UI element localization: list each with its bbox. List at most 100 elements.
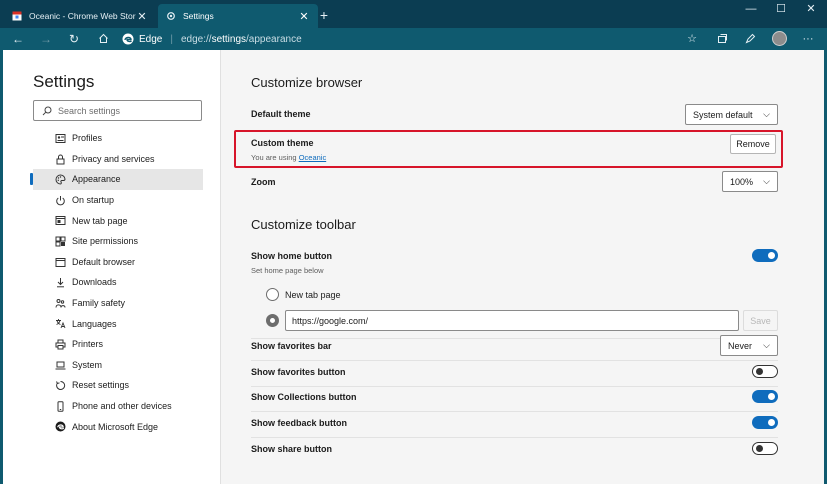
customize-toolbar-heading: Customize toolbar	[251, 217, 356, 232]
sidebar-item-appearance[interactable]: Appearance	[30, 169, 203, 190]
zoom-dropdown[interactable]: 100% ⌵	[722, 171, 778, 192]
profile-avatar[interactable]	[772, 31, 787, 46]
custom-theme-highlight-box	[234, 130, 783, 168]
feedback-icon[interactable]	[742, 32, 758, 46]
new-tab-button[interactable]: +	[316, 6, 332, 24]
sidebar-item-label: Family safety	[72, 298, 126, 309]
favorites-bar-value: Never	[728, 340, 753, 351]
sidebar-item-label: Profiles	[72, 133, 103, 144]
sidebar-item-family-safety[interactable]: Family safety	[33, 293, 203, 314]
new-tab-page-radio-label: New tab page	[285, 290, 341, 300]
sidebar-item-label: Default browser	[72, 256, 136, 267]
sidebar-item-label: Reset settings	[72, 380, 130, 391]
show-favorites-button-toggle[interactable]	[752, 365, 778, 378]
save-url-button[interactable]: Save	[743, 310, 778, 331]
close-window-button[interactable]: ✕	[796, 0, 826, 20]
chevron-down-icon: ⌵	[763, 109, 770, 119]
show-share-button-toggle[interactable]	[752, 442, 778, 455]
sidebar-item-label: On startup	[72, 195, 115, 206]
lock-icon	[55, 154, 66, 165]
sidebar-item-default-browser[interactable]: Default browser	[33, 252, 203, 273]
new-tab-icon	[55, 215, 66, 226]
back-arrow-icon[interactable]: ←	[9, 31, 27, 47]
show-home-button-label: Show home button	[251, 251, 332, 261]
language-icon	[55, 318, 66, 329]
sidebar-item-site-permissions[interactable]: Site permissions	[33, 231, 203, 252]
divider	[251, 386, 778, 387]
search-placeholder: Search settings	[58, 105, 121, 116]
sidebar-item-label: New tab page	[72, 215, 128, 226]
close-tab-icon[interactable]: ✕	[136, 10, 148, 23]
sidebar-item-on-startup[interactable]: On startup	[33, 190, 203, 211]
oceanic-theme-link[interactable]: Oceanic	[299, 153, 327, 162]
search-input[interactable]: Search settings	[33, 100, 202, 121]
favorite-star-icon[interactable]: ☆	[684, 32, 700, 46]
divider	[251, 411, 778, 412]
collections-icon[interactable]	[714, 32, 730, 46]
divider	[251, 437, 778, 438]
family-icon	[55, 298, 66, 309]
close-tab-icon[interactable]: ✕	[298, 10, 310, 23]
printer-icon	[55, 339, 66, 350]
default-theme-value: System default	[693, 109, 753, 120]
toggle-knob	[756, 445, 763, 452]
new-tab-page-radio[interactable]	[266, 288, 279, 301]
minimize-button[interactable]: —	[736, 0, 766, 20]
sidebar-item-privacy[interactable]: Privacy and services	[33, 149, 203, 170]
sidebar-item-label: Languages	[72, 318, 117, 329]
sidebar-item-new-tab-page[interactable]: New tab page	[33, 210, 203, 231]
title-bar: Oceanic - Chrome Web Store ✕ Settings ✕ …	[0, 0, 827, 28]
zoom-label: Zoom	[251, 177, 276, 187]
url-host: settings	[211, 33, 247, 45]
show-home-button-sublabel: Set home page below	[251, 266, 324, 275]
show-collections-button-toggle[interactable]	[752, 390, 778, 403]
default-theme-dropdown[interactable]: System default ⌵	[685, 104, 778, 125]
sidebar-item-label: Site permissions	[72, 236, 139, 247]
toggle-knob	[756, 368, 763, 375]
address-bar[interactable]: Edge | edge://settings/appearance	[122, 30, 706, 48]
sidebar-item-system[interactable]: System	[33, 355, 203, 376]
url-prefix: edge://	[180, 33, 212, 45]
sidebar-item-downloads[interactable]: Downloads	[33, 272, 203, 293]
settings-main: Customize browser Default theme System d…	[221, 50, 824, 484]
custom-theme-label: Custom theme	[251, 138, 314, 148]
custom-theme-status: You are using Oceanic	[251, 153, 326, 162]
tab-settings[interactable]: Settings ✕	[158, 4, 318, 28]
show-feedback-button-label: Show feedback button	[251, 418, 348, 428]
site-identity-label: Edge	[139, 33, 163, 45]
forward-arrow-icon[interactable]: →	[37, 31, 55, 47]
sidebar-item-printers[interactable]: Printers	[33, 334, 203, 355]
tab-chrome-web-store[interactable]: Oceanic - Chrome Web Store ✕	[4, 4, 156, 28]
custom-url-radio[interactable]	[266, 314, 279, 327]
sidebar-item-label: Appearance	[72, 174, 121, 185]
more-options-icon[interactable]: ···	[800, 32, 816, 46]
grid-permissions-icon	[55, 236, 66, 247]
customize-browser-heading: Customize browser	[251, 75, 363, 90]
sidebar-item-languages[interactable]: Languages	[33, 313, 203, 334]
favorites-bar-dropdown[interactable]: Never ⌵	[720, 335, 778, 356]
sidebar-item-label: Printers	[72, 339, 104, 350]
sidebar-item-phone-devices[interactable]: Phone and other devices	[33, 396, 203, 417]
refresh-icon[interactable]: ↻	[65, 31, 83, 47]
sidebar-item-profiles[interactable]: Profiles	[33, 128, 203, 149]
sidebar-item-label: Downloads	[72, 277, 117, 288]
show-feedback-button-toggle[interactable]	[752, 416, 778, 429]
divider	[251, 360, 778, 361]
download-icon	[55, 277, 66, 288]
toggle-knob	[768, 252, 775, 259]
reset-icon	[55, 380, 66, 391]
divider	[251, 338, 778, 339]
edge-logo-icon	[122, 33, 134, 45]
sidebar-item-label: About Microsoft Edge	[72, 421, 159, 432]
show-home-button-toggle[interactable]	[752, 249, 778, 262]
power-icon	[55, 195, 66, 206]
remove-theme-button[interactable]: Remove	[730, 134, 776, 154]
sidebar-item-about-edge[interactable]: About Microsoft Edge	[33, 416, 203, 437]
url-path: /appearance	[246, 33, 302, 45]
sidebar-item-reset-settings[interactable]: Reset settings	[33, 375, 203, 396]
zoom-value: 100%	[730, 176, 754, 187]
default-theme-label: Default theme	[251, 109, 311, 119]
home-url-input[interactable]: https://google.com/	[285, 310, 739, 331]
home-icon[interactable]	[94, 31, 112, 47]
maximize-button[interactable]: ☐	[766, 0, 796, 20]
